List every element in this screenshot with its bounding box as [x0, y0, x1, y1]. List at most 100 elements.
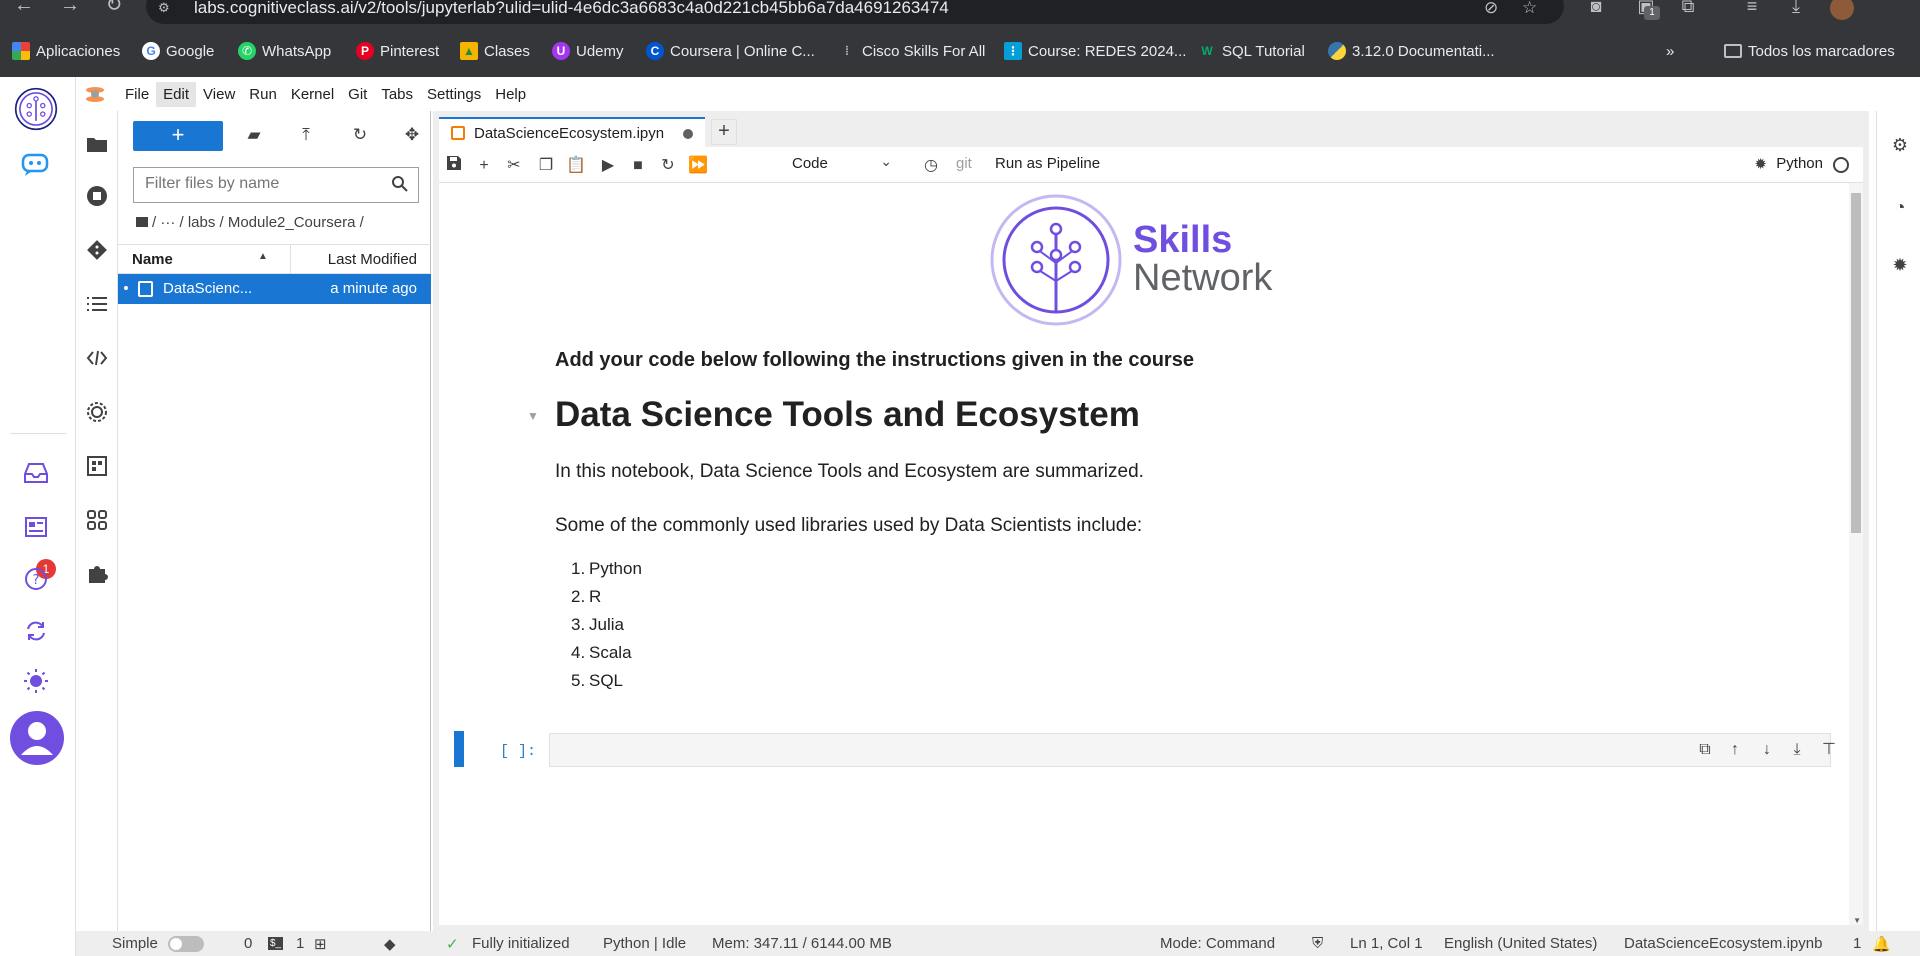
bookmark-cisco[interactable]: ⦙ Cisco Skills For All: [838, 40, 986, 62]
bookmarks-overflow-icon[interactable]: »: [1666, 40, 1674, 62]
bookmark-udemy[interactable]: U Udemy: [552, 40, 624, 62]
lsp-status[interactable]: Fully initialized: [472, 935, 570, 952]
git-icon[interactable]: [84, 237, 110, 263]
language[interactable]: English (United States): [1444, 935, 1597, 952]
duplicate-cell-icon[interactable]: ⧉: [1694, 739, 1716, 761]
download-icon[interactable]: ⤓: [1784, 0, 1808, 20]
new-launcher-button[interactable]: +: [133, 121, 223, 151]
unsaved-dot-icon[interactable]: [683, 129, 693, 139]
kernel-status[interactable]: Python | Idle: [603, 935, 686, 952]
trusted-shield-icon[interactable]: ⛨: [1312, 935, 1323, 952]
omnibox[interactable]: ⚙ labs.cognitiveclass.ai/v2/tools/jupyte…: [146, 0, 1564, 24]
help-icon[interactable]: ?: [14, 557, 58, 601]
camera-extension-icon[interactable]: ◙: [1584, 0, 1608, 20]
stop-icon[interactable]: ■: [627, 155, 649, 177]
theme-sun-icon[interactable]: [14, 659, 58, 703]
url-text[interactable]: labs.cognitiveclass.ai/v2/tools/jupyterl…: [194, 0, 949, 18]
new-folder-icon[interactable]: ▰: [242, 125, 266, 149]
resource-gauge-icon[interactable]: ◔: [1887, 197, 1913, 223]
menu-view[interactable]: View: [196, 82, 242, 107]
terminal-icon[interactable]: $_: [268, 937, 284, 950]
insert-cell-icon[interactable]: +: [473, 155, 495, 177]
git-status-icon[interactable]: ◆: [384, 935, 396, 953]
bookmark-apps[interactable]: Aplicaciones: [12, 40, 120, 62]
breadcrumb-path[interactable]: / ··· / labs / Module2_Coursera /: [152, 214, 364, 231]
menu-help[interactable]: Help: [488, 82, 533, 107]
extensions-puzzle-icon[interactable]: ⧉: [1676, 0, 1700, 20]
code-cell[interactable]: [ ]: ⧉ ↑ ↓ ⤓ ⊤ 🗑: [454, 731, 1863, 767]
menu-settings[interactable]: Settings: [420, 82, 488, 107]
back-icon[interactable]: ←: [10, 0, 38, 16]
git-diff-button[interactable]: git: [956, 155, 972, 172]
user-avatar-icon[interactable]: [10, 711, 64, 765]
move-up-icon[interactable]: ↑: [1724, 739, 1746, 761]
bookmark-pinterest[interactable]: P Pinterest: [356, 40, 439, 62]
forward-icon[interactable]: →: [56, 0, 84, 16]
debugger-bug-icon[interactable]: ✹: [1887, 255, 1913, 281]
terminal-count[interactable]: 1: [296, 935, 304, 952]
paste-icon[interactable]: 📋: [565, 155, 587, 177]
move-down-icon[interactable]: ↓: [1756, 739, 1778, 761]
reload-icon[interactable]: ↻: [100, 0, 128, 16]
bell-icon[interactable]: 🔔: [1872, 935, 1891, 953]
code-editor[interactable]: [549, 733, 1831, 767]
kernel-name[interactable]: Python: [1776, 155, 1823, 172]
bookmark-coursera[interactable]: C Coursera | Online C...: [646, 40, 815, 62]
menu-edit[interactable]: Edit: [156, 81, 197, 107]
property-inspector-icon[interactable]: [84, 399, 110, 425]
upload-icon[interactable]: ⤒: [294, 125, 318, 149]
all-bookmarks[interactable]: Todos los marcadores: [1724, 40, 1895, 62]
tab-notebook[interactable]: DataScienceEcosystem.ipyn: [439, 117, 705, 147]
bookmark-clases[interactable]: ▲ Clases: [460, 40, 530, 62]
run-as-pipeline-button[interactable]: Run as Pipeline: [995, 155, 1100, 172]
bookmark-redes[interactable]: ⋮ Course: REDES 2024...: [1004, 40, 1186, 62]
folder-icon[interactable]: [84, 131, 110, 157]
code-snippets-icon[interactable]: [84, 345, 110, 371]
bookmark-python-docs[interactable]: 3.12.0 Documentati...: [1328, 40, 1495, 62]
table-of-contents-icon[interactable]: [84, 291, 110, 317]
profile-avatar[interactable]: [1830, 0, 1854, 20]
sort-ascending-icon[interactable]: ▲: [258, 251, 268, 262]
refresh-icon[interactable]: ↻: [348, 125, 372, 149]
sync-icon[interactable]: [14, 609, 58, 653]
bookmark-star-icon[interactable]: ☆: [1522, 0, 1537, 18]
column-divider[interactable]: [290, 245, 291, 275]
filter-files-input[interactable]: [145, 168, 375, 200]
menu-file[interactable]: File: [118, 82, 156, 107]
notification-count[interactable]: 1: [1853, 935, 1861, 952]
news-icon[interactable]: [14, 505, 58, 549]
cpu-chip-icon[interactable]: ⊞: [314, 935, 327, 953]
column-last-modified[interactable]: Last Modified: [328, 251, 417, 268]
insert-below-icon[interactable]: ⤓: [1786, 739, 1808, 761]
menu-kernel[interactable]: Kernel: [284, 82, 341, 107]
running-stop-icon[interactable]: [84, 183, 110, 209]
clock-history-icon[interactable]: ◷: [920, 155, 942, 177]
copy-icon[interactable]: ❐: [535, 155, 557, 177]
kernel-count[interactable]: 0: [244, 935, 252, 952]
bookmark-sql[interactable]: W SQL Tutorial: [1198, 40, 1305, 62]
cursor-position[interactable]: Ln 1, Col 1: [1350, 935, 1423, 952]
cell-type-select[interactable]: Code ⌄: [792, 153, 892, 177]
add-tab-button[interactable]: +: [711, 119, 737, 145]
settings-gears-icon[interactable]: ⚙: [1887, 135, 1913, 161]
breadcrumb[interactable]: / ··· / labs / Module2_Coursera /: [136, 214, 364, 231]
site-info-icon[interactable]: ⚙: [158, 0, 180, 18]
puzzle-extension-icon[interactable]: [84, 561, 110, 587]
scroll-thumb[interactable]: [1851, 193, 1861, 533]
simple-mode-toggle[interactable]: [168, 936, 204, 952]
restart-run-all-icon[interactable]: ⏩: [687, 155, 709, 177]
reading-list-icon[interactable]: ≡: [1740, 0, 1764, 20]
heading-collapse-icon[interactable]: ▼: [527, 409, 539, 423]
extension-manager-icon[interactable]: [84, 453, 110, 479]
save-icon[interactable]: [443, 155, 465, 177]
bookmark-whatsapp[interactable]: ✆ WhatsApp: [238, 40, 331, 62]
menu-run[interactable]: Run: [242, 82, 284, 107]
menu-tabs[interactable]: Tabs: [374, 82, 420, 107]
insert-above-icon[interactable]: ⊤: [1818, 739, 1840, 761]
bookmark-google[interactable]: G Google: [142, 40, 214, 62]
git-clone-icon[interactable]: ✥: [400, 125, 424, 149]
column-name[interactable]: Name: [132, 251, 173, 268]
components-icon[interactable]: [84, 507, 110, 533]
inbox-icon[interactable]: [14, 451, 58, 495]
chat-assistant-icon[interactable]: [14, 143, 58, 187]
